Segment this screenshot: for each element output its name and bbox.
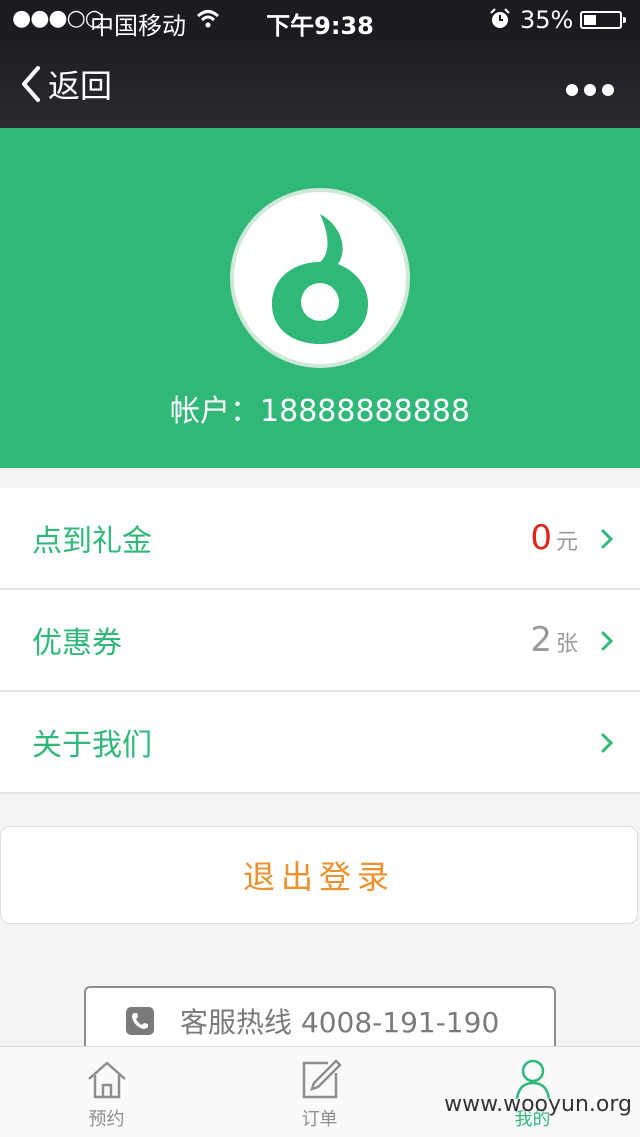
chevron-right-icon	[601, 529, 614, 549]
more-options-icon[interactable]	[560, 70, 614, 103]
navigation-bar: 返回	[0, 40, 640, 128]
bonus-unit: 元	[555, 530, 578, 555]
menu-list: 点到礼金 0 元 优惠券 2 张 关于我们	[0, 488, 640, 794]
coupon-unit: 张	[555, 632, 578, 657]
menu-item-label: 关于我们	[32, 728, 152, 763]
menu-item-coupons[interactable]: 优惠券 2 张	[0, 590, 640, 692]
coupon-count: 2	[530, 620, 552, 660]
menu-item-value: 2 张	[530, 620, 578, 660]
chevron-left-icon	[22, 66, 40, 102]
account-number: 帐户：18888888888	[170, 394, 470, 429]
tab-booking[interactable]: 预约	[0, 1047, 213, 1137]
back-label: 返回	[48, 67, 113, 105]
avatar	[230, 188, 410, 368]
tab-label: 订单	[301, 1109, 338, 1130]
menu-item-label: 点到礼金	[32, 524, 152, 559]
menu-item-checkin-bonus[interactable]: 点到礼金 0 元	[0, 488, 640, 590]
hotline-label: 客服热线 4008-191-190	[180, 1006, 500, 1039]
status-bar: ●●●○○ 中国移动 下午9:38 35%	[0, 0, 640, 40]
back-button[interactable]: 返回	[20, 62, 112, 106]
tab-label: 预约	[88, 1109, 125, 1130]
menu-item-about-us[interactable]: 关于我们	[0, 692, 640, 794]
tab-orders[interactable]: 订单	[213, 1047, 426, 1137]
edit-icon	[302, 1059, 342, 1099]
chevron-right-icon	[601, 631, 614, 651]
battery-icon	[580, 11, 626, 29]
profile-header: 帐户：18888888888	[0, 128, 640, 468]
alarm-icon	[488, 7, 512, 37]
home-icon	[87, 1061, 126, 1099]
menu-item-label: 优惠券	[32, 626, 122, 661]
bonus-amount: 0	[530, 518, 552, 558]
phone-icon	[126, 1007, 154, 1035]
logout-button[interactable]: 退出登录	[0, 826, 638, 924]
menu-item-value: 0 元	[530, 518, 578, 558]
battery-percent: 35%	[520, 6, 574, 34]
brand-logo-icon	[272, 214, 368, 344]
watermark: www.wooyun.org	[444, 1092, 632, 1117]
chevron-right-icon	[601, 733, 614, 753]
